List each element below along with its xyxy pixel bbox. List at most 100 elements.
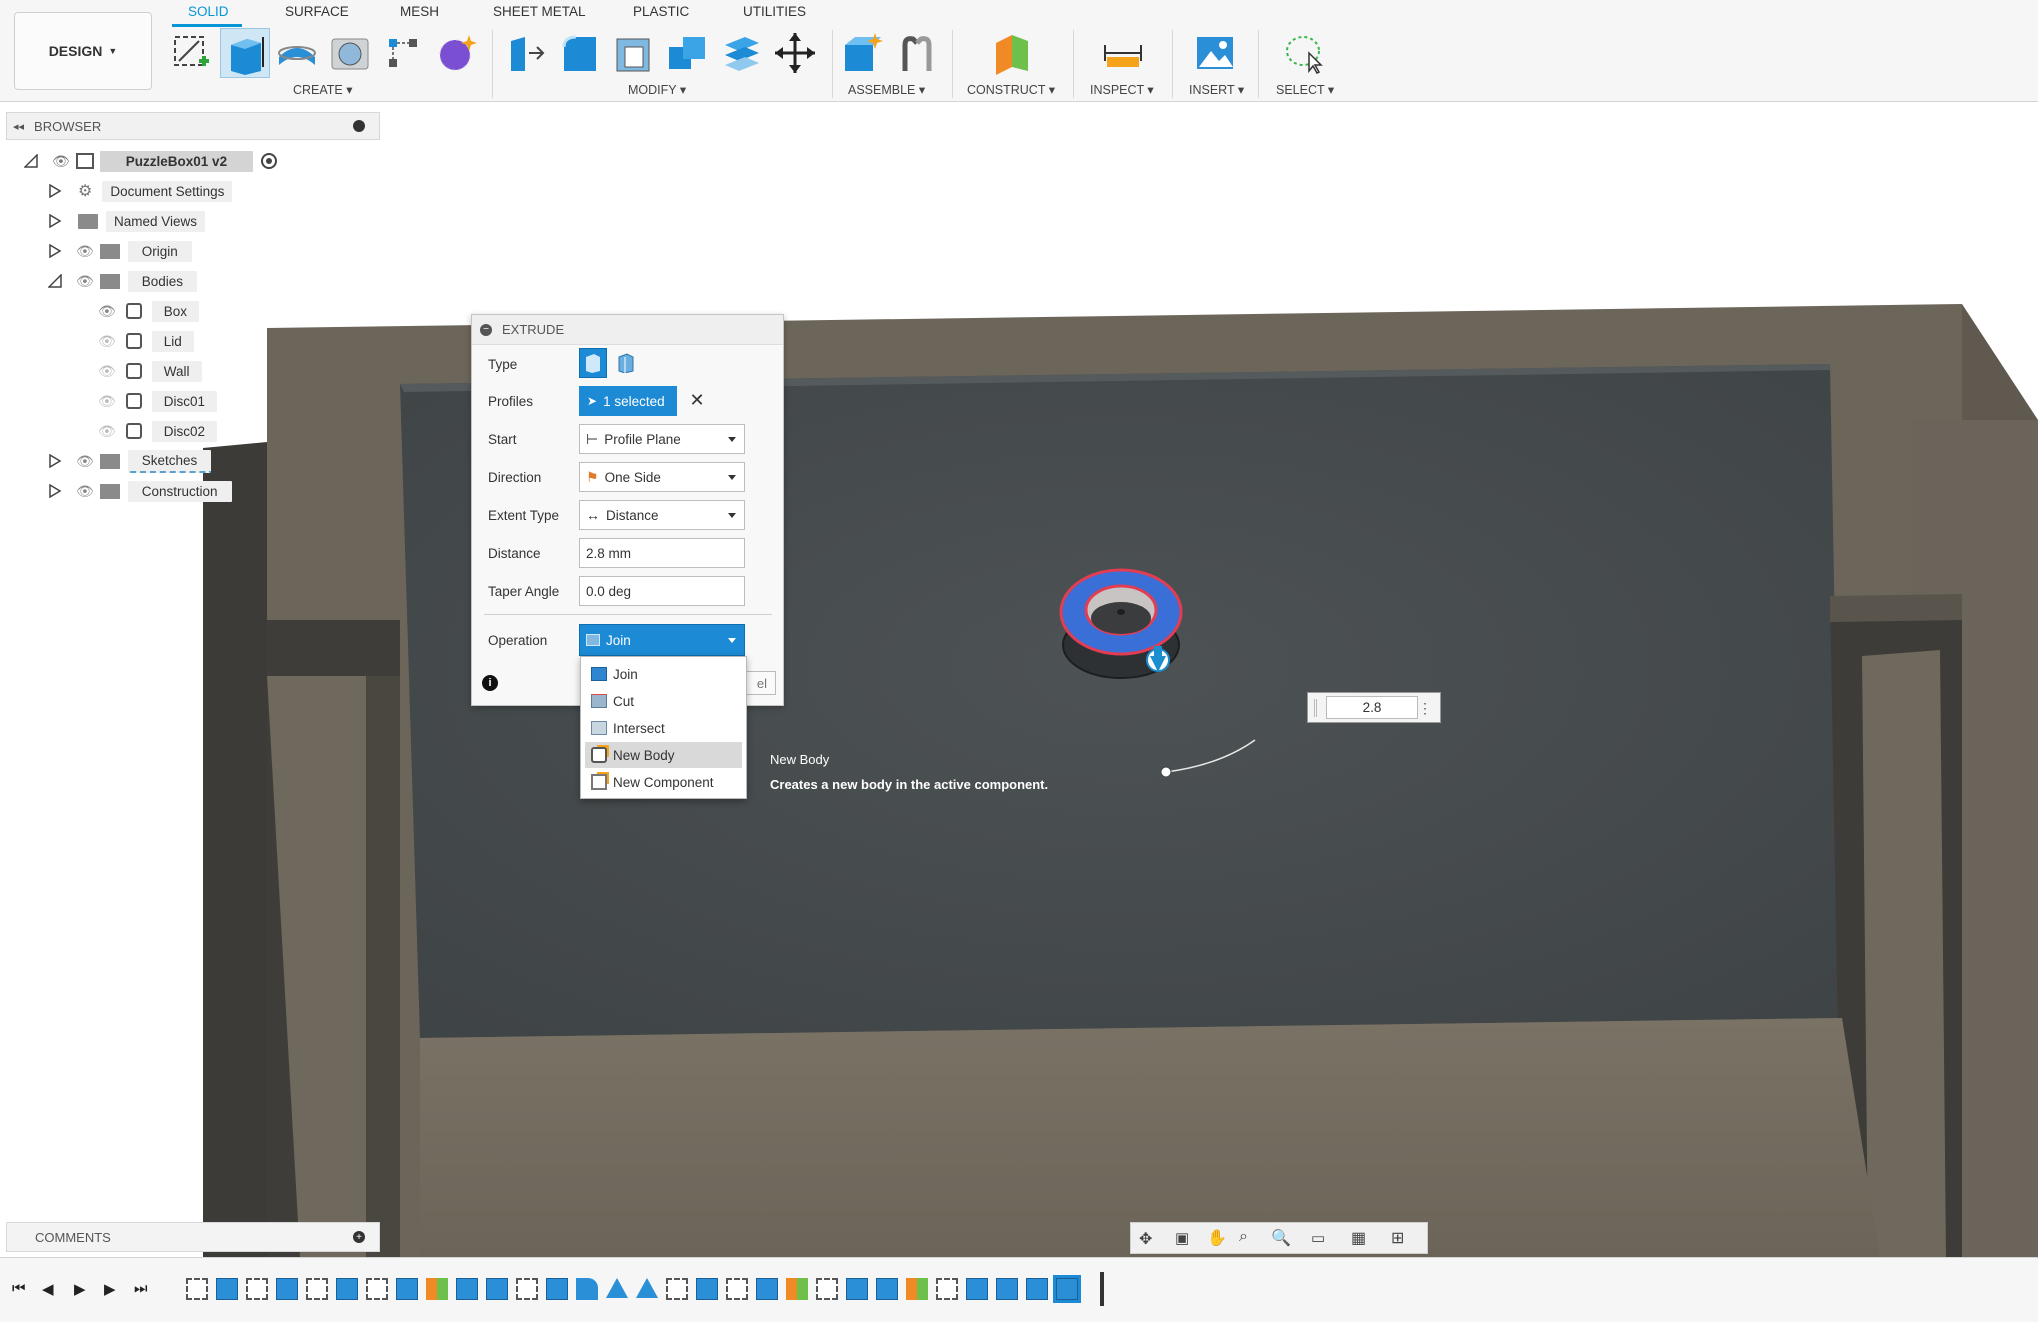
timeline-feature-plane-icon[interactable] [426,1278,448,1300]
eye-icon[interactable]: 👁 [76,273,94,290]
tab-plastic[interactable]: PLASTIC [633,4,689,24]
pattern-button[interactable] [378,28,428,78]
timeline-previous-icon[interactable]: ◀ [42,1280,54,1298]
operation-option-new-component[interactable]: New Component [585,769,742,795]
collapse-panel-icon[interactable]: ◂◂ [13,120,24,133]
timeline-feature-sketch-icon[interactable] [816,1278,838,1300]
shell-button[interactable] [608,28,658,78]
zoom-window-icon[interactable]: ⌕ [1239,1228,1248,1246]
info-icon[interactable]: i [482,675,498,691]
comments-panel-header[interactable]: COMMENTS + [6,1222,380,1252]
timeline-feature-sketch-icon[interactable] [516,1278,538,1300]
timeline-play-icon[interactable]: ▶ [74,1280,86,1298]
press-pull-button[interactable] [500,28,550,78]
zoom-icon[interactable]: 🔍 [1271,1228,1291,1248]
body-item-disc02[interactable]: 👁 Disc02 [98,418,218,444]
activate-radio-icon[interactable] [261,153,278,169]
collapsed-triangle-icon[interactable] [48,454,62,468]
select-group-label[interactable]: SELECT ▾ [1276,82,1334,97]
drag-handle-icon[interactable] [1314,699,1317,717]
expanded-triangle-icon[interactable] [24,154,38,168]
eye-hidden-icon[interactable]: 👁 [98,333,116,350]
timeline-feature-mirror-icon[interactable] [606,1278,628,1298]
operation-option-intersect[interactable]: Intersect [585,715,742,741]
timeline-feature-extrude-icon[interactable] [996,1278,1018,1300]
timeline-feature-extrude-icon[interactable] [546,1278,568,1300]
start-select[interactable]: ⊢ Profile Plane [579,424,745,454]
offset-face-button[interactable] [716,28,766,78]
hole-button[interactable] [325,28,375,78]
eye-hidden-icon[interactable]: 👁 [98,363,116,380]
operation-option-new-body[interactable]: New Body [585,742,742,768]
grid-icon[interactable]: ▦ [1351,1228,1366,1248]
workspace-switcher-button[interactable]: DESIGN ▼ [14,12,152,90]
profiles-selection-button[interactable]: ➤ 1 selected [579,386,677,416]
measure-button[interactable] [1098,28,1148,78]
display-settings-icon[interactable]: ▭ [1311,1229,1325,1247]
select-button[interactable] [1280,28,1330,78]
timeline-feature-mirror-icon[interactable] [636,1278,658,1298]
type-thin-button[interactable] [612,348,640,378]
body-item-lid[interactable]: 👁 Lid [98,328,194,354]
timeline-next-icon[interactable]: ▶ [104,1280,116,1298]
timeline-feature-fillet-icon[interactable] [576,1278,598,1300]
viewports-icon[interactable]: ⊞ [1391,1228,1404,1248]
pin-icon[interactable] [353,120,365,132]
timeline-track[interactable] [180,1270,1120,1310]
body-item-box[interactable]: 👁 Box [98,298,200,324]
collapsed-triangle-icon[interactable] [48,184,62,198]
timeline-feature-extrude-icon[interactable] [276,1278,298,1300]
add-comment-icon[interactable]: + [353,1231,365,1243]
collapsed-triangle-icon[interactable] [48,214,62,228]
browser-item-construction[interactable]: 👁 Construction [48,478,232,504]
new-component-button[interactable] [838,28,888,78]
dimension-value-input[interactable]: 2.8 [1326,696,1418,719]
eye-icon[interactable]: 👁 [98,303,116,320]
timeline-marker[interactable] [1100,1272,1104,1306]
more-options-icon[interactable]: ⋮ [1418,697,1432,719]
pan-hand-icon[interactable]: ✋ [1207,1228,1227,1248]
look-at-icon[interactable]: ▣ [1175,1229,1189,1247]
collapsed-triangle-icon[interactable] [48,244,62,258]
revolve-button[interactable] [272,28,322,78]
create-sketch-button[interactable] [166,28,216,78]
timeline-feature-plane-icon[interactable] [786,1278,808,1300]
tab-surface[interactable]: SURFACE [285,4,349,24]
timeline-feature-extrude-icon[interactable] [216,1278,238,1300]
direction-select[interactable]: ⚑ One Side [579,462,745,492]
orbit-icon[interactable]: ✥ [1139,1229,1152,1249]
timeline-last-icon[interactable]: ⏭ [134,1280,148,1297]
offset-plane-button[interactable] [987,28,1037,78]
timeline-first-icon[interactable]: ⏮ [12,1280,26,1297]
browser-item-origin[interactable]: 👁 Origin [48,238,192,264]
timeline-feature-sketch-icon[interactable] [246,1278,268,1300]
combine-button[interactable] [662,28,712,78]
browser-item-document-settings[interactable]: ⚙ Document Settings [48,178,233,204]
tab-solid[interactable]: SOLID [188,4,229,24]
timeline-feature-sketch-icon[interactable] [366,1278,388,1300]
create-form-button[interactable] [432,28,482,78]
browser-item-named-views[interactable]: Named Views [48,208,206,234]
clear-selection-icon[interactable]: ✕ [686,389,708,411]
assemble-group-label[interactable]: ASSEMBLE ▾ [848,82,925,97]
browser-item-sketches[interactable]: 👁 Sketches [48,448,212,474]
timeline-feature-extrude-icon[interactable] [696,1278,718,1300]
timeline-feature-sketch-icon[interactable] [936,1278,958,1300]
timeline-feature-sketch-icon[interactable] [186,1278,208,1300]
extrude-dialog-header[interactable]: − EXTRUDE [472,315,783,345]
timeline-feature-extrude-icon[interactable] [966,1278,988,1300]
insert-image-button[interactable] [1190,28,1240,78]
expanded-triangle-icon[interactable] [48,274,62,288]
eye-icon[interactable]: 👁 [76,453,94,470]
extrude-button[interactable] [220,28,270,78]
collapsed-triangle-icon[interactable] [48,484,62,498]
fillet-button[interactable] [555,28,605,78]
move-copy-button[interactable] [770,28,820,78]
inspect-group-label[interactable]: INSPECT ▾ [1090,82,1154,97]
timeline-feature-extrude-icon[interactable] [846,1278,868,1300]
tab-utilities[interactable]: UTILITIES [743,4,806,24]
browser-item-bodies[interactable]: 👁 Bodies [48,268,198,294]
extent-type-select[interactable]: ↔ Distance [579,500,745,530]
canvas-viewport[interactable] [0,102,2038,1257]
timeline-feature-extrude-icon[interactable] [756,1278,778,1300]
